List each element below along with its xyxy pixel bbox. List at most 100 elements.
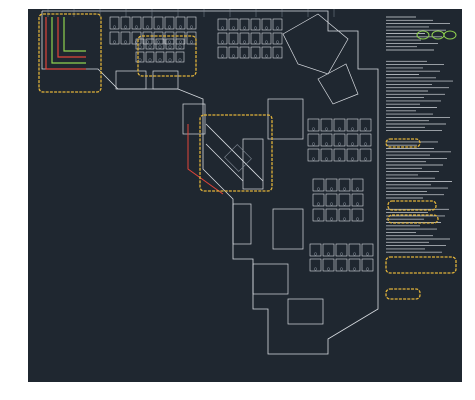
workstation-chair <box>355 187 360 191</box>
workstation <box>261 32 272 45</box>
workstation <box>239 32 250 45</box>
workstation-chair <box>178 58 182 62</box>
workstation <box>333 133 346 147</box>
workstation <box>359 133 372 147</box>
workstation <box>333 118 346 132</box>
workstation <box>272 46 283 59</box>
workstation-chair <box>324 127 329 131</box>
workstation <box>164 16 175 30</box>
workstation <box>217 46 228 59</box>
workstation-chair <box>329 187 334 191</box>
workstation <box>361 243 374 257</box>
workstation-chair <box>350 142 355 146</box>
workstation <box>120 16 131 30</box>
workstation <box>120 31 131 45</box>
workstation <box>145 51 155 63</box>
workstation-chair <box>275 54 280 58</box>
workstation-chair <box>178 25 183 29</box>
workstation <box>312 208 325 222</box>
workstation <box>153 31 164 45</box>
workstation-chair <box>231 26 236 30</box>
workstation-chair <box>326 267 331 271</box>
workstation-chair <box>342 202 347 206</box>
workstation <box>155 51 165 63</box>
workstation <box>175 51 185 63</box>
workstation <box>335 243 348 257</box>
workstation-chair <box>350 157 355 161</box>
workstation <box>228 32 239 45</box>
interior-room <box>287 298 324 325</box>
riser-markup <box>63 17 86 52</box>
workstation <box>239 46 250 59</box>
workstation <box>351 193 364 207</box>
workstation-chair <box>134 25 139 29</box>
core-element <box>224 144 252 172</box>
workstation <box>322 258 335 272</box>
workstation <box>309 243 322 257</box>
workstation-chair <box>168 58 172 62</box>
diagonal-wall <box>205 143 244 182</box>
building-outline <box>41 10 379 355</box>
floor-plan-svg <box>38 9 457 355</box>
workstation <box>346 118 359 132</box>
workstation <box>250 46 261 59</box>
workstation-chair <box>350 127 355 131</box>
workstation <box>135 51 145 63</box>
workstation <box>309 258 322 272</box>
workstation-chair <box>311 157 316 161</box>
cloud-workstations <box>137 35 197 77</box>
workstation-chair <box>355 217 360 221</box>
workstation-chair <box>264 54 269 58</box>
workstation-chair <box>316 217 321 221</box>
workstation-chair <box>352 267 357 271</box>
workstation <box>250 32 261 45</box>
workstation-chair <box>253 40 258 44</box>
workstation-chair <box>158 45 162 49</box>
workstation-chair <box>189 25 194 29</box>
workstation <box>348 243 361 257</box>
workstation-chair <box>242 54 247 58</box>
note-highlight <box>443 30 457 40</box>
workstation <box>359 118 372 132</box>
workstation <box>338 178 351 192</box>
interior-room <box>182 103 206 135</box>
workstation <box>261 46 272 59</box>
workstation <box>361 258 374 272</box>
workstation-chair <box>253 54 258 58</box>
workstation <box>312 193 325 207</box>
workstation-chair <box>313 252 318 256</box>
workstation <box>348 258 361 272</box>
workstation-chair <box>363 157 368 161</box>
workstation-chair <box>324 157 329 161</box>
interior-room <box>267 98 304 140</box>
workstation-chair <box>242 26 247 30</box>
workstation-chair <box>231 54 236 58</box>
workstation-chair <box>329 217 334 221</box>
workstation <box>217 18 228 31</box>
workstation-chair <box>355 202 360 206</box>
note-highlight <box>416 30 430 40</box>
workstation-chair <box>189 40 194 44</box>
workstation <box>142 31 153 45</box>
workstation <box>359 148 372 162</box>
workstation <box>228 46 239 59</box>
workstation <box>153 16 164 30</box>
workstation-chair <box>167 40 172 44</box>
workstation-chair <box>339 252 344 256</box>
cad-drawing-sheet <box>28 9 462 382</box>
cloud-stair-riser <box>38 13 102 93</box>
workstation <box>165 51 175 63</box>
workstation <box>335 258 348 272</box>
interior-room <box>152 70 179 90</box>
workstation-chair <box>178 45 182 49</box>
workstation-chair <box>311 142 316 146</box>
workstation <box>320 133 333 147</box>
workstation <box>109 16 120 30</box>
workstation <box>250 18 261 31</box>
workstation-chair <box>365 252 370 256</box>
workstation-chair <box>156 40 161 44</box>
workstation <box>228 18 239 31</box>
interior-room <box>272 208 304 250</box>
workstation <box>351 208 364 222</box>
interior-room <box>252 263 289 295</box>
